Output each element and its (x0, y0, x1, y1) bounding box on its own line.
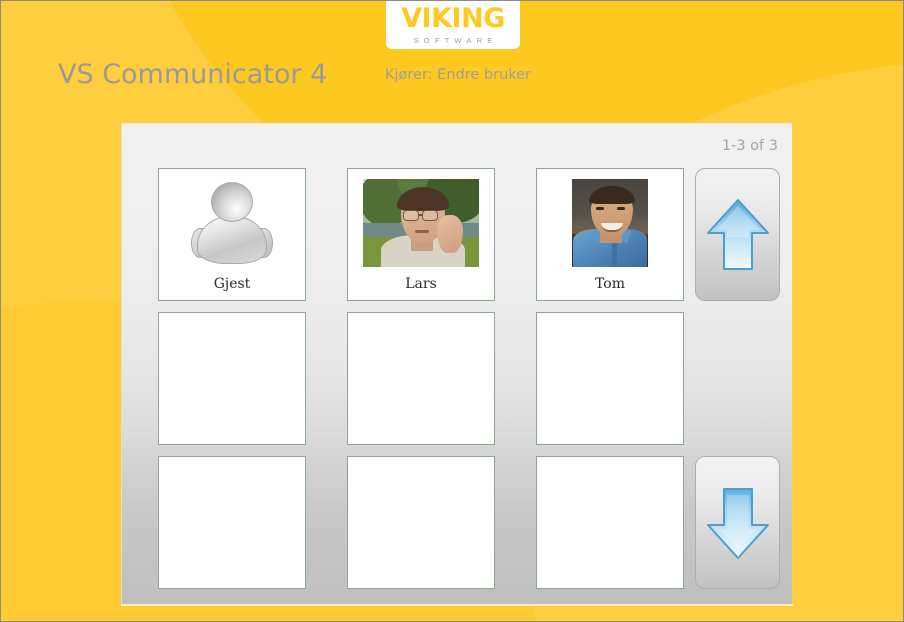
user-card-empty[interactable] (536, 312, 684, 445)
down-arrow-icon (706, 487, 769, 559)
user-card-label: Gjest (213, 276, 251, 292)
scroll-down-button[interactable] (695, 456, 780, 589)
logo-wordmark: VIKING (401, 3, 505, 34)
user-card-lars[interactable]: Lars (347, 168, 495, 301)
photo-man-with-glasses-icon (363, 179, 479, 267)
page-title: VS Communicator 4 (58, 59, 328, 90)
avatar (174, 179, 290, 267)
user-card-label: Lars (405, 276, 437, 292)
user-card-empty[interactable] (158, 456, 306, 589)
avatar (572, 179, 648, 267)
panel-bottom-highlight (121, 604, 793, 606)
pagination-label: 1-3 of 3 (721, 138, 778, 154)
user-card-empty[interactable] (536, 456, 684, 589)
user-card-label: Tom (595, 276, 625, 292)
viking-software-logo: VIKING SOFTWARE (386, 1, 520, 49)
buddy-body (197, 216, 267, 264)
up-arrow-icon (706, 198, 769, 270)
current-user-label[interactable]: Kjører: Endre bruker (385, 67, 531, 83)
avatar (363, 179, 479, 267)
user-card-empty[interactable] (347, 456, 495, 589)
user-card-gjest[interactable]: Gjest (158, 168, 306, 301)
user-card-tom[interactable]: Tom (536, 168, 684, 301)
photo-man-blue-shirt-icon (572, 179, 648, 267)
application-window: VIKING SOFTWARE VS Communicator 4 Kjører… (0, 0, 904, 622)
user-selection-panel: 1-3 of 3 Gjest Lars Tom (121, 123, 792, 604)
user-card-empty[interactable] (158, 312, 306, 445)
logo-subtitle: SOFTWARE (413, 36, 498, 45)
scroll-up-button[interactable] (695, 168, 780, 301)
buddy-head (211, 182, 253, 222)
user-grid: Gjest Lars Tom (158, 168, 684, 589)
generic-buddy-icon (189, 180, 275, 266)
user-card-empty[interactable] (347, 312, 495, 445)
